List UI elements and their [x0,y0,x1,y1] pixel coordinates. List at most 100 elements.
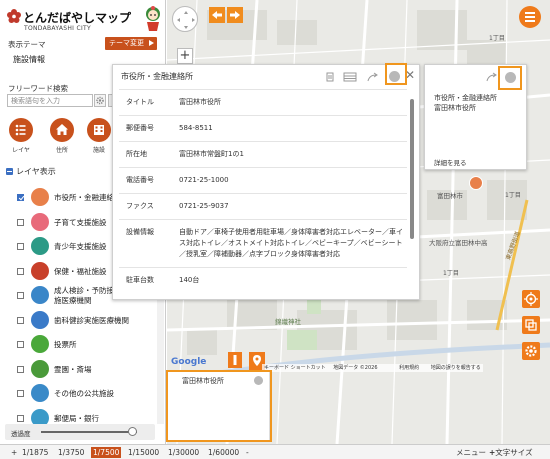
terms-link[interactable]: 利用規約 [399,365,419,371]
layer-label: その他の公共施設 [54,389,114,398]
popup-row: 設備情報 自動ドア／車椅子使用者用駐車場／身体障害者対応エレベーター／車イス対応… [119,219,407,267]
layer-label: 郵便局・銀行 [54,413,99,423]
address-tool-label: 住所 [55,147,68,154]
share-icon[interactable] [366,71,380,83]
pan-arrows-icon [177,11,195,29]
layer-label: 投票所 [54,340,77,349]
layer-item-dental[interactable]: 歯科健診実施医療機関 [0,309,166,334]
table-view-icon[interactable] [343,72,357,82]
layer-checkbox[interactable] [17,316,24,324]
measure-button[interactable] [228,352,242,368]
keyboard-shortcuts-link[interactable]: キーボード ショートカット [264,365,326,371]
hamburger-icon [525,20,535,22]
public-icon [31,384,49,402]
logo-title: とんだばやしマップ [23,11,132,25]
transparency-track[interactable] [41,431,137,433]
youth-icon [31,237,49,255]
row-key: ファクス [126,202,154,210]
layer-item-post[interactable]: 郵便局・銀行 [0,407,166,424]
facility-tool-label: 施設 [92,147,105,154]
scale-option[interactable]: 1/30000 [166,447,201,458]
city-hall-marker-icon[interactable] [469,176,483,190]
scale-bar: + 1/1875 1/3750 1/7500 1/15000 1/30000 1… [0,444,550,459]
transparency-control: 透過度 [5,424,155,440]
menu-button[interactable] [519,6,541,28]
map-label-town: 1丁目 [489,35,505,42]
layer-checkbox[interactable] [17,243,24,250]
city-hall-icon [31,188,49,206]
layer-item-vote[interactable]: 投票所 [0,333,166,358]
scale-option[interactable]: 1/3750 [56,447,86,458]
tooth-icon [31,310,49,329]
zoom-in-button[interactable]: + [177,48,193,64]
row-value: 自動ドア／車椅子使用者用駐車場／身体障害者対応エレベーター／車イス対応トイレ／オ… [179,228,403,258]
settings-button[interactable] [522,342,540,360]
layer-label: 青少年支援施設 [54,242,107,251]
theme-change-button[interactable]: テーマ変更 [105,37,157,50]
popup-title: 市役所・金融連絡所 [121,72,193,81]
building-icon [94,125,104,135]
share-icon[interactable] [485,71,499,83]
layers-button[interactable] [522,316,540,334]
home-icon [56,124,68,135]
layer-tool-button[interactable] [9,118,33,142]
layer-checkbox[interactable] [17,194,24,201]
layer-label: 歯科健診実施医療機関 [54,315,129,325]
layer-checkbox[interactable] [17,292,24,299]
theme-change-label: テーマ変更 [109,39,144,47]
map-label-town: 1丁目 [505,192,521,199]
facility-tool-button[interactable] [87,118,111,142]
address-tool-button[interactable] [50,118,74,142]
layer-label: 霊園・斎場 [54,364,92,374]
print-icon[interactable] [325,72,335,82]
hamburger-icon [525,12,535,14]
layer-checkbox[interactable] [17,414,24,422]
layer-label: 子育て支援施設 [54,217,107,227]
row-value: 584-8511 [179,124,213,132]
layer-checkbox[interactable] [17,365,24,373]
highlight-info-box [166,370,272,442]
google-logo: Google [171,357,207,367]
menu-link[interactable]: メニュー [456,447,486,458]
pan-control[interactable] [172,6,198,32]
mascot-icon [146,6,160,31]
layer-item-cemetery[interactable]: 霊園・斎場 [0,358,166,383]
locate-button[interactable] [522,290,540,308]
map-label-post: 富田林市 [437,192,463,200]
popup-scrollbar[interactable] [410,91,414,291]
map-label-jinja: 錦織神社 [275,318,301,326]
row-value: 富田林市常盤町1の1 [179,150,244,158]
ruler-icon [233,355,237,365]
layer-item-public[interactable]: その他の公共施設 [0,382,166,407]
forward-button[interactable] [227,7,243,23]
scale-option-active[interactable]: 1/7500 [91,447,122,458]
scroll-thumb[interactable] [410,99,414,239]
layer-checkbox[interactable] [17,341,24,348]
gear-icon [525,345,537,357]
scale-option[interactable]: 1/1875 [20,447,50,458]
layer-checkbox[interactable] [17,390,24,397]
row-value: 0721-25-9037 [179,202,229,210]
layer-display-header[interactable]: レイヤ表示 [6,166,56,177]
search-input[interactable] [7,94,93,107]
transparency-slider-handle[interactable] [128,427,138,436]
back-button[interactable] [209,7,225,23]
flower-logo-icon [7,9,21,23]
layer-checkbox[interactable] [17,267,24,275]
font-size-link[interactable]: +文字サイズ [489,447,533,458]
logo[interactable]: とんだばやしマップ TONDABAYASHI CITY [6,6,161,36]
map-label-school: 大阪府立富田林中高 [429,239,488,247]
scale-expand-button[interactable]: + [8,447,20,458]
report-link[interactable]: 地図の誤りを報告する [431,365,481,371]
scale-option[interactable]: 1/60000 [206,447,241,458]
row-key: 電話番号 [126,176,154,184]
layer-checkbox[interactable] [17,218,24,226]
search-options-button[interactable] [94,94,106,107]
see-details-link[interactable]: 詳細を見る [434,157,467,167]
layer-label: 保健・福祉施設 [54,266,107,276]
gear-icon [96,96,104,105]
popup-row: 駐車台数 140台 [119,267,407,293]
scale-option[interactable]: 1/15000 [126,447,161,458]
transparency-label: 透過度 [11,430,31,438]
scale-collapse-button[interactable]: - [244,447,251,458]
